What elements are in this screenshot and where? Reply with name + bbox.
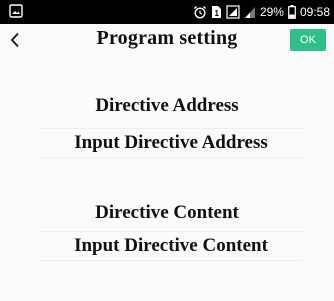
page-title: Program setting bbox=[96, 27, 238, 49]
battery-icon bbox=[288, 5, 296, 19]
directive-address-input[interactable]: Input Directive Address bbox=[40, 128, 302, 158]
directive-content-input[interactable]: Input Directive Content bbox=[40, 231, 302, 261]
signal-icon bbox=[226, 5, 240, 19]
chevron-left-icon bbox=[10, 32, 19, 48]
signal-alt-icon bbox=[244, 5, 256, 19]
alarm-icon bbox=[193, 5, 207, 19]
image-icon bbox=[9, 4, 23, 18]
battery-percent: 29% bbox=[259, 5, 284, 19]
back-button[interactable] bbox=[4, 27, 26, 53]
sim-icon: 1 bbox=[211, 5, 222, 19]
directive-address-label: Directive Address bbox=[95, 95, 239, 116]
status-icons: 1 29% 09:58 bbox=[193, 3, 330, 21]
clock-time: 09:58 bbox=[299, 5, 330, 19]
app-bar: Program setting bbox=[0, 24, 334, 56]
ok-button[interactable]: OK bbox=[290, 29, 326, 51]
status-bar: 1 29% 09:58 bbox=[0, 0, 334, 24]
directive-content-label: Directive Content bbox=[95, 202, 239, 223]
svg-text:1: 1 bbox=[214, 9, 219, 18]
